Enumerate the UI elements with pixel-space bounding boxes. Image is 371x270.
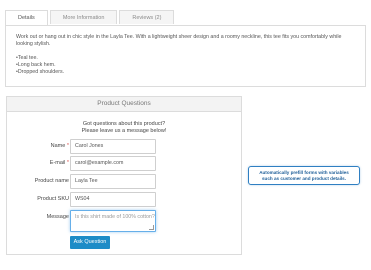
message-textarea[interactable]: Is this shirt made of 100% cotton? [70, 210, 156, 232]
resize-handle-icon[interactable] [149, 225, 154, 230]
intro-line: Please leave us a message below! [81, 128, 167, 134]
product-features: Teal tee. Long back hem. Dropped shoulde… [16, 55, 355, 77]
product-name-row: Product name Layla Tee [7, 174, 243, 189]
name-field[interactable]: Carol Jones [70, 139, 156, 154]
feature-item: Dropped shoulders. [16, 69, 355, 76]
product-sku-row: Product SKU WS04 [7, 192, 243, 207]
product-name-field[interactable]: Layla Tee [70, 174, 156, 189]
name-label: Name * [51, 139, 69, 154]
email-field[interactable]: carol@example.com [70, 156, 156, 171]
product-name-label: Product name [34, 178, 69, 184]
panel-title: Product Questions [7, 97, 241, 112]
tab-reviews[interactable]: Reviews (2) [119, 10, 175, 24]
intro-line: Got questions about this product? [82, 121, 166, 127]
required-mark: * [66, 160, 69, 166]
name-row: Name * Carol Jones [7, 139, 243, 154]
product-sku-label: Product SKU [37, 196, 69, 202]
product-questions-panel: Product Questions Got questions about th… [6, 96, 242, 255]
product-sku-field[interactable]: WS04 [70, 192, 156, 207]
feature-item: Long back hem. [16, 62, 355, 69]
message-label: Message [46, 214, 69, 220]
message-placeholder: Is this shirt made of 100% cotton? [75, 214, 155, 220]
message-row: Message Is this shirt made of 100% cotto… [7, 210, 243, 232]
name-label-text: Name [50, 143, 66, 149]
product-tabs: Details More Information Reviews (2) [5, 10, 176, 25]
callout-line: such as customer and product details. [262, 176, 346, 181]
details-panel: Work out or hang out in chic style in th… [5, 25, 366, 87]
email-label: E-mail * [50, 156, 69, 171]
product-description: Work out or hang out in chic style in th… [16, 34, 342, 48]
feature-callout: Automatically prefill forms with variabl… [248, 166, 360, 185]
tab-more-information[interactable]: More Information [49, 10, 118, 24]
email-label-text: E-mail [49, 160, 66, 166]
form-intro: Got questions about this product? Please… [7, 121, 241, 135]
feature-item: Teal tee. [16, 55, 355, 62]
email-row: E-mail * carol@example.com [7, 156, 243, 171]
required-mark: * [66, 143, 69, 149]
ask-question-button[interactable]: Ask Question [70, 236, 110, 249]
tab-details[interactable]: Details [5, 10, 48, 25]
